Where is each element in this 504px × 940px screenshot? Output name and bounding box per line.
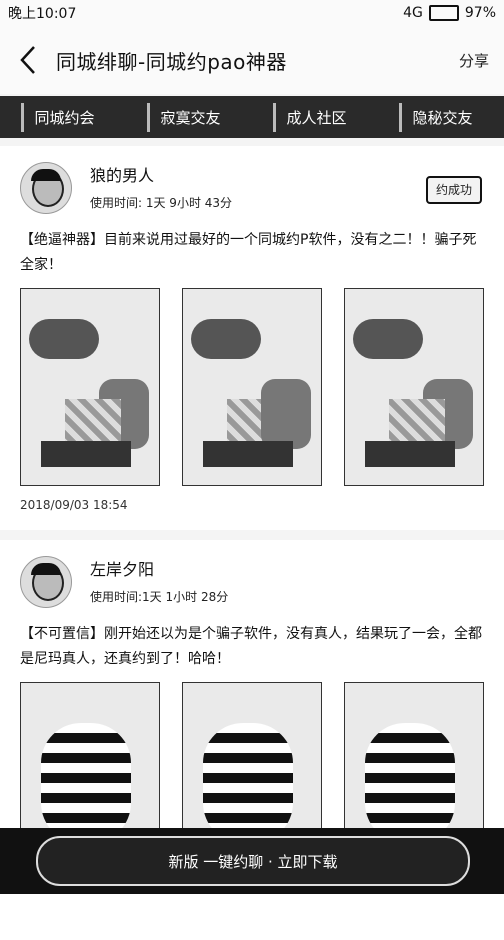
avatar[interactable] [20,556,72,608]
status-icons: 4G 97% [403,5,496,21]
photo-grid [20,288,484,486]
post-photo[interactable] [20,288,160,486]
tab-private-friends[interactable]: 隐秘交友 [399,102,482,132]
back-arrow-icon [20,46,35,74]
post-text: 【绝逼神器】目前来说用过最好的一个同城约P软件，没有之二！！骗子死全家！ [20,232,477,273]
user-name[interactable]: 狼的男人 [90,162,232,186]
usage-time: 使用时间:1天 1小时 28分 [90,590,229,604]
category-tabs: 同城约会 寂寞交友 成人社区 隐秘交友 [0,96,504,138]
top-nav: 同城绯聊-同城约pao神器 分享 [0,26,504,94]
post-date: 2018/09/03 18:54 [20,498,128,512]
battery-percent: 97% [464,5,496,21]
success-badge: 约成功 [425,176,482,204]
tab-lonely-friends[interactable]: 寂寞交友 [147,102,230,132]
post-header: 狼的男人 使用时间: 1天 9小时 43分 [20,162,484,214]
post-photo[interactable] [182,288,322,486]
user-name[interactable]: 左岸夕阳 [90,556,228,580]
download-button[interactable]: 新版 一键约聊 · 立即下载 [36,836,470,886]
back-button[interactable] [0,26,56,94]
status-bar: 晚上10:07 4G 97% [0,0,504,26]
post-photo[interactable] [344,288,484,486]
post-header: 左岸夕阳 使用时间:1天 1小时 28分 [20,556,484,608]
tab-city-dating[interactable]: 同城约会 [21,102,104,132]
post-text: 【不可置信】刚开始还以为是个骗子软件，没有真人，结果玩了一会，全都是尼玛真人，还… [20,626,482,667]
usage-time: 使用时间: 1天 9小时 43分 [90,196,233,210]
signal-label: 4G [403,5,423,21]
post-feed: 狼的男人 使用时间: 1天 9小时 43分 约成功 【绝逼神器】目前来说用过最好… [0,146,504,940]
share-button[interactable]: 分享 [444,50,504,71]
page-title: 同城绯聊-同城约pao神器 [56,49,287,74]
post-card[interactable]: 狼的男人 使用时间: 1天 9小时 43分 约成功 【绝逼神器】目前来说用过最好… [0,146,504,530]
avatar[interactable] [20,162,72,214]
tab-adult-community[interactable]: 成人社区 [273,102,356,132]
status-time: 晚上10:07 [8,6,77,22]
battery-icon [428,5,459,21]
